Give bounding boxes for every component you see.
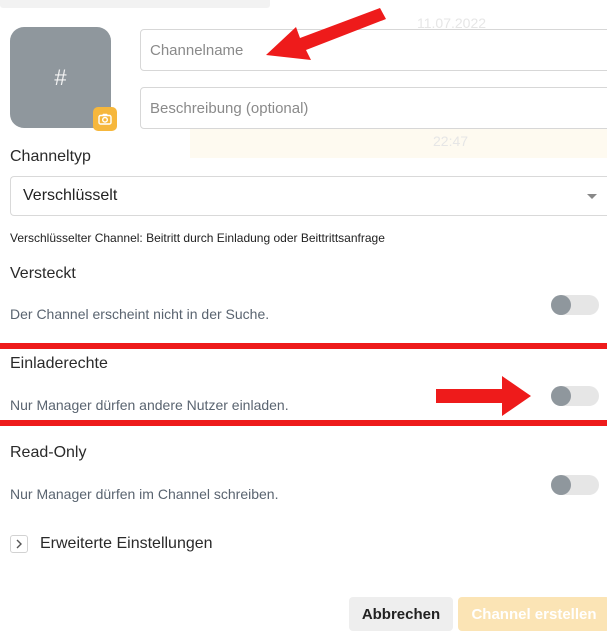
read-only-toggle[interactable] — [551, 475, 599, 495]
hidden-toggle[interactable] — [551, 295, 599, 315]
invite-rights-title: Einladerechte — [10, 355, 108, 372]
invite-rights-toggle[interactable] — [551, 386, 599, 406]
toggle-knob — [551, 295, 571, 315]
annotation-line-top — [0, 343, 607, 349]
create-channel-button[interactable]: Channel erstellen — [458, 597, 607, 631]
hash-icon: # — [54, 64, 67, 90]
channel-type-note: Verschlüsselter Channel: Beitritt durch … — [10, 231, 385, 245]
annotation-arrow-name — [266, 8, 386, 60]
annotation-arrow-toggle — [436, 376, 531, 416]
hidden-setting-description: Der Channel erscheint nicht in der Suche… — [10, 306, 270, 322]
toggle-knob — [551, 386, 571, 406]
channel-type-value: Verschlüsselt — [23, 187, 118, 204]
channel-name-placeholder: Channelname — [150, 41, 244, 59]
cancel-button[interactable]: Abbrechen — [349, 597, 453, 631]
invite-rights-description: Nur Manager dürfen andere Nutzer einlade… — [10, 397, 289, 413]
chevron-down-icon — [587, 194, 597, 199]
header-ghost — [0, 0, 270, 8]
advanced-settings-label: Erweiterte Einstellungen — [40, 535, 213, 552]
advanced-settings-toggle[interactable]: Erweiterte Einstellungen — [10, 535, 213, 553]
chevron-right-icon — [10, 535, 28, 553]
read-only-description: Nur Manager dürfen im Channel schreiben. — [10, 486, 279, 502]
hidden-setting-title: Versteckt — [10, 265, 76, 282]
annotation-line-bottom — [0, 420, 607, 426]
toggle-knob — [551, 475, 571, 495]
camera-glyph — [98, 113, 112, 125]
camera-icon[interactable] — [93, 107, 117, 131]
description-placeholder: Beschreibung (optional) — [150, 99, 309, 117]
description-input[interactable]: Beschreibung (optional) — [140, 87, 607, 129]
channel-type-label: Channeltyp — [10, 148, 91, 165]
read-only-title: Read-Only — [10, 444, 87, 461]
channel-type-select[interactable]: Verschlüsselt — [10, 176, 607, 216]
faint-time: 22:47 — [433, 133, 469, 149]
faint-highlight — [190, 128, 607, 158]
